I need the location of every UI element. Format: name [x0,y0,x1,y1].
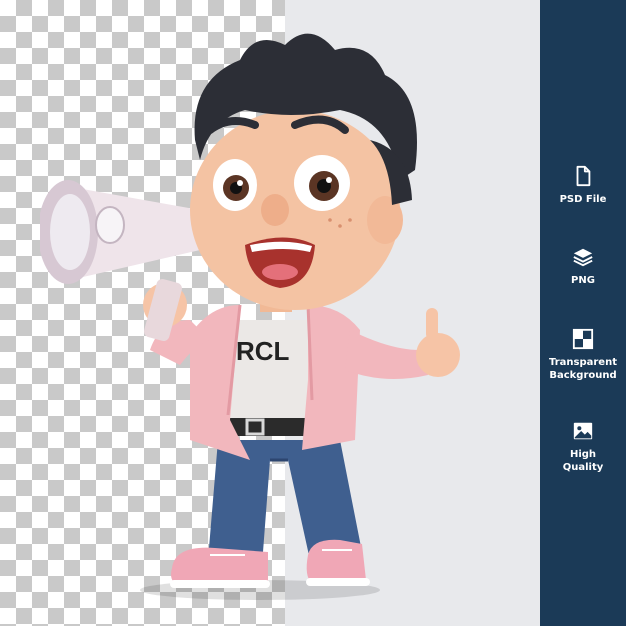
feature-label: PSD File [559,194,607,205]
feature-psd-file: PSD File [540,165,626,206]
left-shoe [170,547,270,588]
preview-area: RCL [0,0,540,626]
feature-sidebar: PSD File PNG Transparent Background High… [540,0,626,626]
file-icon [576,165,591,187]
transparency-grid-icon [572,328,594,350]
feature-transparent-background: Transparent Background [540,328,626,382]
image-icon [573,422,593,440]
cartoon-boy-illustration: RCL [40,33,460,600]
feature-high-quality: High Quality [540,420,626,474]
right-shoe [306,539,370,586]
shirt-text: RCL [236,336,290,366]
feature-label-line1: Transparent [549,357,617,368]
feature-label-line1: High [569,449,597,460]
feature-png: PNG [540,246,626,287]
feature-label: PNG [571,275,595,286]
feature-label-line2: Background [549,370,617,381]
feature-label-line2: Quality [562,462,604,473]
layers-icon [573,248,593,267]
